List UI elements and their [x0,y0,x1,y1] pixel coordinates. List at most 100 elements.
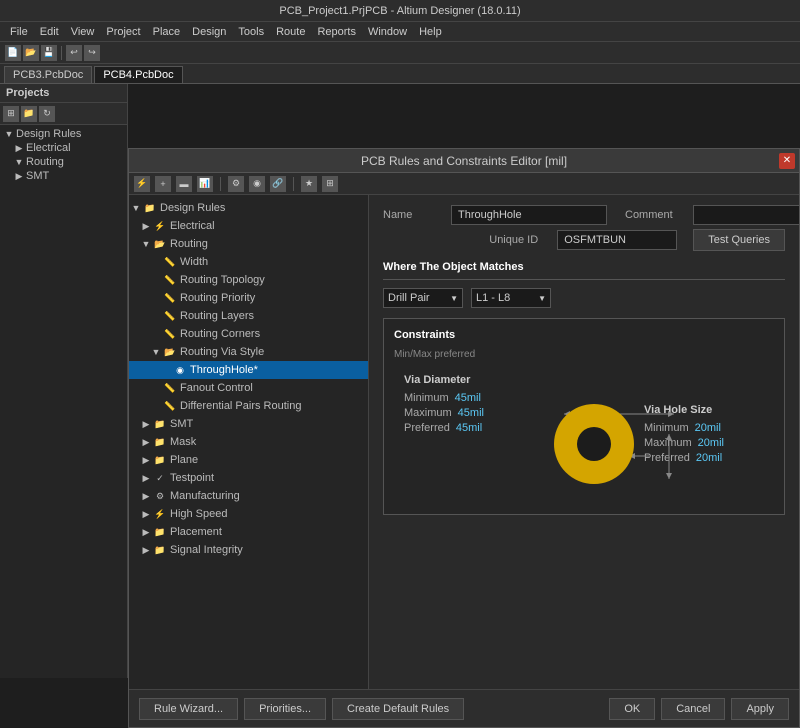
dtree-routing-priority[interactable]: 📏 Routing Priority [129,289,368,307]
dtree-expand-place: ▶ [141,527,151,537]
menu-view[interactable]: View [65,26,101,38]
dtree-routing[interactable]: ▼ 📂 Routing [129,235,368,253]
dtree-design-rules[interactable]: ▼ 📁 Design Rules [129,199,368,217]
dtree-expand-mask: ▶ [141,437,151,447]
dialog-close-button[interactable]: ✕ [779,153,795,169]
unique-id-input[interactable] [557,230,677,250]
menu-design[interactable]: Design [186,26,232,38]
dtree-smt[interactable]: ▶ 📁 SMT [129,415,368,433]
menu-file[interactable]: File [4,26,34,38]
menu-project[interactable]: Project [100,26,146,38]
tree-routing[interactable]: ▼ Routing [0,155,127,169]
dtree-throughhole[interactable]: ◉ ThroughHole* [129,361,368,379]
menu-route[interactable]: Route [270,26,311,38]
via-diam-pref-val: 45mil [456,422,482,434]
dialog-filter-icon[interactable]: ⚡ [134,176,150,192]
dialog-add-icon[interactable]: + [155,176,171,192]
expand-icon-smt: ▶ [14,171,24,181]
comment-label: Comment [625,209,685,221]
throughhole-icon: ◉ [173,363,187,377]
layers-icon: 📏 [163,309,177,323]
dtree-manufacturing[interactable]: ▶ ⚙ Manufacturing [129,487,368,505]
panel-icon-2[interactable]: 📁 [21,106,37,122]
dialog-icon9[interactable]: ⊞ [322,176,338,192]
via-diam-pref-row: Preferred 45mil [404,422,544,434]
projects-panel-header: Projects [0,84,127,103]
width-rule-icon: 📏 [163,255,177,269]
menu-tools[interactable]: Tools [232,26,270,38]
menu-help[interactable]: Help [413,26,448,38]
open-icon[interactable]: 📂 [23,45,39,61]
menu-bar: File Edit View Project Place Design Tool… [0,22,800,42]
footer-right-buttons: OK Cancel Apply [609,698,789,720]
cancel-button[interactable]: Cancel [661,698,725,720]
dtree-signal-integrity[interactable]: ▶ 📁 Signal Integrity [129,541,368,559]
dtree-testpoint[interactable]: ▶ ✓ Testpoint [129,469,368,487]
testpoint-icon: ✓ [153,471,167,485]
title-bar: PCB_Project1.PrjPCB - Altium Designer (1… [0,0,800,22]
rule-wizard-button[interactable]: Rule Wizard... [139,698,238,720]
tree-electrical[interactable]: ▶ Electrical [0,141,127,155]
folder-icon: 📁 [143,201,157,215]
layer-range-dropdown[interactable]: L1 - L8 [471,288,551,308]
via-diameter-section: Via Diameter Minimum 45mil Maximum 45mil… [404,374,544,434]
dialog-title-bar: PCB Rules and Constraints Editor [mil] ✕ [129,149,799,173]
via-hole-min-val: 20mil [695,422,721,434]
dtree-routing-layers[interactable]: 📏 Routing Layers [129,307,368,325]
create-default-rules-button[interactable]: Create Default Rules [332,698,464,720]
dtree-electrical[interactable]: ▶ ⚡ Electrical [129,217,368,235]
new-icon[interactable]: 📄 [5,45,21,61]
panel-icon-1[interactable]: ⊞ [3,106,19,122]
ok-button[interactable]: OK [609,698,655,720]
comment-input[interactable] [693,205,799,225]
apply-button[interactable]: Apply [731,698,789,720]
test-queries-button[interactable]: Test Queries [693,229,785,251]
name-input[interactable] [451,205,607,225]
dialog-bar-icon[interactable]: ▬ [176,176,192,192]
priorities-button[interactable]: Priorities... [244,698,326,720]
priority-icon: 📏 [163,291,177,305]
main-layout: Projects ⊞ 📁 ↻ ▼ Design Rules ▶ Electric… [0,84,800,678]
dtree-high-speed[interactable]: ▶ ⚡ High Speed [129,505,368,523]
via-visual-container [554,384,634,504]
dtree-placement[interactable]: ▶ 📁 Placement [129,523,368,541]
dtree-expand-design: ▼ [131,203,141,213]
dialog-body: ▼ 📁 Design Rules ▶ ⚡ Electrical ▼ 📂 Rout… [129,195,799,689]
mask-icon: 📁 [153,435,167,449]
dialog-icon8[interactable]: ★ [301,176,317,192]
menu-reports[interactable]: Reports [311,26,362,38]
tab-pcb3[interactable]: PCB3.PcbDoc [4,66,92,83]
dialog-icon7[interactable]: 🔗 [270,176,286,192]
menu-edit[interactable]: Edit [34,26,65,38]
dtree-fanout[interactable]: 📏 Fanout Control [129,379,368,397]
save-icon[interactable]: 💾 [41,45,57,61]
via-diam-max-row: Maximum 45mil [404,407,544,419]
via-outer-ring [554,404,634,484]
tree-design-rules[interactable]: ▼ Design Rules [0,127,127,141]
dtree-width[interactable]: 📏 Width [129,253,368,271]
menu-place[interactable]: Place [147,26,187,38]
tab-pcb4[interactable]: PCB4.PcbDoc [94,66,182,83]
menu-window[interactable]: Window [362,26,413,38]
dtree-routing-topology[interactable]: 📏 Routing Topology [129,271,368,289]
tree-smt[interactable]: ▶ SMT [0,169,127,183]
via-hole-max-val: 20mil [698,437,724,449]
dialog-icon6[interactable]: ◉ [249,176,265,192]
panel-icon-3[interactable]: ↻ [39,106,55,122]
via-diameter-title: Via Diameter [404,374,544,386]
redo-icon[interactable]: ↪ [84,45,100,61]
dtree-mask[interactable]: ▶ 📁 Mask [129,433,368,451]
where-matches-row: Drill Pair L1 - L8 [383,288,785,308]
name-label: Name [383,209,443,221]
dialog-chart-icon[interactable]: 📊 [197,176,213,192]
placement-icon: 📁 [153,525,167,539]
dtree-plane[interactable]: ▶ 📁 Plane [129,451,368,469]
diffpairs-icon: 📏 [163,399,177,413]
min-max-label: Min/Max preferred [394,349,774,360]
dtree-routing-corners[interactable]: 📏 Routing Corners [129,325,368,343]
dialog-icon5[interactable]: ⚙ [228,176,244,192]
dtree-via-style[interactable]: ▼ 📂 Routing Via Style [129,343,368,361]
undo-icon[interactable]: ↩ [66,45,82,61]
drill-pair-dropdown[interactable]: Drill Pair [383,288,463,308]
dtree-diff-pairs[interactable]: 📏 Differential Pairs Routing [129,397,368,415]
